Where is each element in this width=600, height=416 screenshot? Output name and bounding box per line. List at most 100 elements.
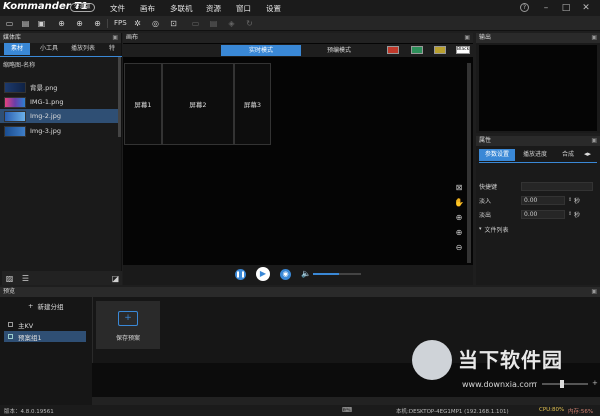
preview-scrollbar[interactable]	[92, 397, 600, 405]
tab-scroll-icon[interactable]: ◂▸	[584, 150, 591, 158]
output-header: 输出 ▣	[476, 33, 600, 43]
folder-add-icon: +	[118, 311, 138, 326]
tab-playlist[interactable]: 播放列表	[66, 43, 100, 55]
screen-2[interactable]: 屏幕2	[162, 63, 234, 145]
fade-out-row: 淡出 0.00 ⇕ 秒	[479, 208, 597, 220]
fade-out-input[interactable]: 0.00	[521, 209, 565, 219]
help-icon[interactable]: ?	[520, 3, 529, 12]
new-group-button[interactable]: + 新建分组	[28, 301, 63, 311]
add-icon[interactable]: ⊕	[56, 18, 67, 29]
tab-assets[interactable]: 素材	[4, 43, 30, 55]
toolbar-divider	[107, 19, 108, 28]
fit-icon[interactable]: ⊠	[454, 183, 464, 193]
tab-params[interactable]: 参数设置	[479, 149, 515, 161]
green-swatch[interactable]	[411, 46, 423, 54]
thumbnail	[4, 110, 26, 122]
stepper-icon[interactable]: ⇕	[568, 211, 572, 217]
screen-1[interactable]: 屏幕1	[124, 63, 162, 145]
media-item-selected[interactable]: Img-2.jpg	[0, 109, 120, 123]
pin-icon[interactable]: ▣	[591, 287, 597, 297]
live-mode-button[interactable]: 实时模式	[221, 45, 301, 56]
network-icon: ⌨	[342, 406, 353, 414]
group-item[interactable]: 主KV	[8, 319, 88, 330]
new-icon[interactable]: ▭	[4, 18, 15, 29]
tab-underline	[479, 162, 597, 163]
thumbnail	[4, 81, 26, 93]
record-icon[interactable]: ◎	[150, 18, 161, 29]
memory-text: 内存:56%	[568, 409, 594, 415]
save-icon[interactable]: ▣	[36, 18, 47, 29]
pin-icon[interactable]: ▣	[591, 33, 597, 43]
menu-canvas[interactable]: 画布	[140, 3, 155, 14]
red-swatch[interactable]	[387, 46, 399, 54]
media-item[interactable]: IMG-1.png	[4, 95, 120, 109]
refresh-icon[interactable]: ↻	[244, 18, 255, 29]
list-view-icon[interactable]: ☰	[20, 273, 31, 284]
minimize-icon[interactable]: –	[540, 2, 552, 14]
volume-track[interactable]	[313, 273, 361, 275]
fade-in-input[interactable]: 0.00	[521, 195, 565, 205]
pin-icon[interactable]: ▣	[464, 33, 470, 43]
open-icon[interactable]: ▤	[20, 18, 31, 29]
zoom-in-icon[interactable]: ⊕	[74, 18, 85, 29]
pause-icon[interactable]: ❚❚	[235, 269, 246, 280]
layers-icon[interactable]: ◈	[226, 18, 237, 29]
maximize-icon[interactable]: □	[560, 2, 572, 14]
black-swatch[interactable]: Black	[456, 46, 470, 54]
close-icon[interactable]: ✕	[580, 2, 592, 14]
watermark-title: 当下软件园	[458, 348, 563, 372]
menu-resource[interactable]: 资源	[206, 3, 221, 14]
pin-icon[interactable]: ▣	[591, 136, 597, 146]
shortcut-input[interactable]	[521, 181, 593, 191]
resize-icon[interactable]: ◪	[110, 273, 121, 284]
image-view-icon[interactable]: ▨	[4, 273, 15, 284]
tab-progress[interactable]: 播放进度	[518, 149, 552, 161]
zoom-slider-thumb[interactable]	[560, 380, 564, 388]
hand-icon[interactable]: ✋	[454, 198, 464, 208]
stop-icon[interactable]: ◉	[280, 269, 291, 280]
zoom-slider[interactable]	[542, 380, 588, 388]
media-library-title: 媒体库	[3, 34, 22, 41]
thumbnail	[4, 125, 26, 137]
tab-compose[interactable]: 合成	[556, 149, 580, 161]
group-item-selected[interactable]: 预案组1	[4, 331, 86, 342]
layout-icon[interactable]: ▤	[208, 18, 219, 29]
yellow-swatch[interactable]	[434, 46, 446, 54]
zoom-in-icon[interactable]: +	[592, 379, 598, 387]
settings-icon[interactable]: ✲	[132, 18, 143, 29]
stepper-icon[interactable]: ⇕	[568, 197, 572, 203]
save-preset-card[interactable]: + 保存预案	[96, 301, 160, 349]
add-screen-icon[interactable]: ⊕	[92, 18, 103, 29]
tab-widgets[interactable]: 小工具	[34, 43, 64, 55]
screen-3[interactable]: 屏幕3	[234, 63, 271, 145]
fade-in-unit: 秒	[574, 197, 581, 205]
pin-icon[interactable]: ▣	[112, 33, 118, 43]
play-icon[interactable]: ▶	[256, 267, 270, 281]
version-text: 版本：4.8.0.19561	[4, 409, 54, 415]
zoom-in-icon[interactable]: ⊕	[454, 213, 464, 223]
menu-multi[interactable]: 多联机	[170, 3, 193, 14]
canvas-scrollbar[interactable]	[467, 63, 471, 263]
menu-window[interactable]: 窗口	[236, 3, 251, 14]
preview-header: 预览 ▣	[0, 287, 600, 297]
media-item[interactable]: 背景.png	[4, 80, 120, 94]
menu-file[interactable]: 文件	[110, 3, 125, 14]
logo-badge: 公测版	[70, 3, 95, 12]
volume-icon[interactable]: 🔈	[301, 269, 311, 278]
zoom-in-alt-icon[interactable]: ⊕	[454, 228, 464, 238]
fps-label[interactable]: FPS	[114, 19, 127, 27]
media-item[interactable]: Img-3.jpg	[4, 124, 120, 138]
shortcut-label: 快捷键	[479, 183, 498, 191]
folder-icon[interactable]: ▭	[190, 18, 201, 29]
media-item-label: IMG-1.png	[30, 98, 64, 106]
zoom-out-icon[interactable]: ⊖	[454, 243, 464, 253]
menu-settings[interactable]: 设置	[266, 3, 281, 14]
media-scrollbar[interactable]	[118, 57, 121, 137]
title-bar: Kommander T1 公测版 文件 画布 多联机 资源 窗口 设置 ? – …	[0, 0, 600, 16]
tab-more[interactable]: 特	[104, 43, 120, 55]
window-icon[interactable]: ⊡	[168, 18, 179, 29]
collapse-icon: ▾	[479, 226, 482, 232]
properties-title: 属性	[479, 137, 492, 144]
file-list-section[interactable]: ▾ 文件列表	[479, 224, 597, 234]
preview-mode-button[interactable]: 预编模式	[309, 45, 369, 56]
